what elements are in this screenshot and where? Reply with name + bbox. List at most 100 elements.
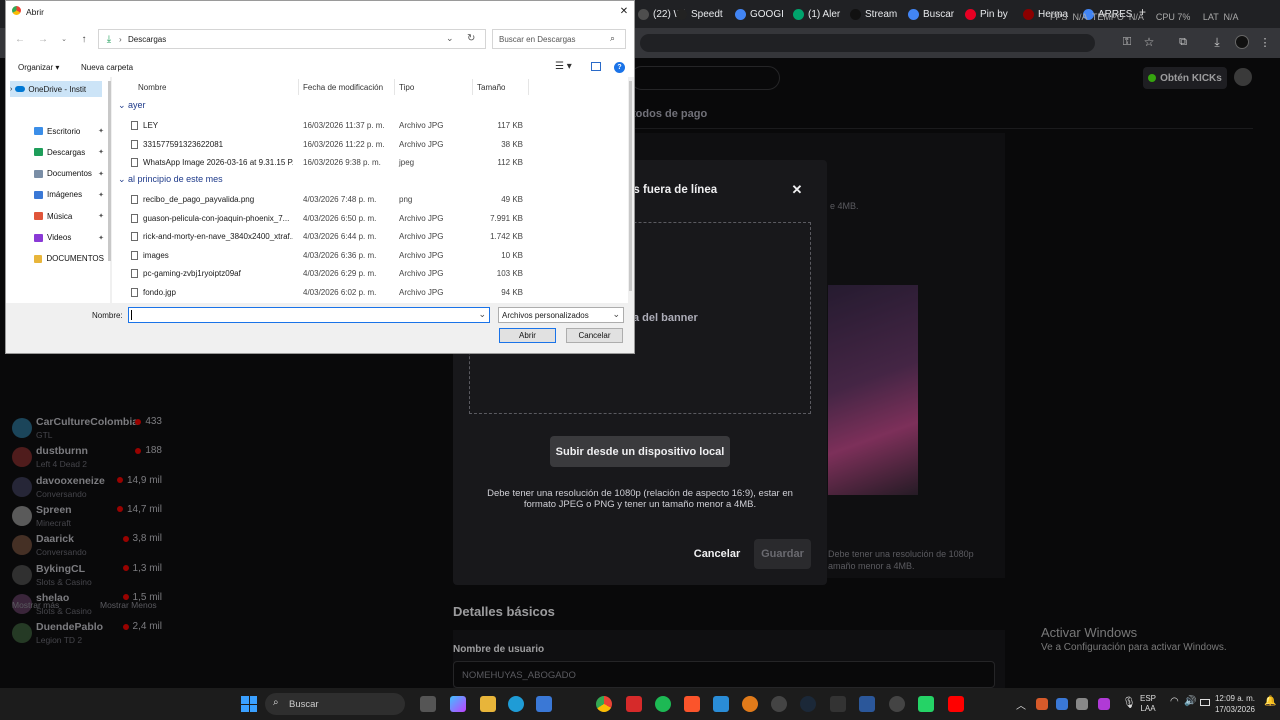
modal-close-icon[interactable]: ✕ <box>790 182 804 197</box>
address-bar[interactable] <box>640 34 1095 52</box>
file-row[interactable]: WhatsApp Image 2026-03-16 at 9.31.15 P..… <box>118 154 528 172</box>
breadcrumb-dropdown-icon[interactable]: ⌄ <box>446 33 454 44</box>
copilot-icon[interactable] <box>450 696 466 712</box>
file-row[interactable]: 331577591323622081 16/03/2026 11:22 p. m.… <box>118 136 528 154</box>
file-row[interactable]: fondo.jgp 4/03/2026 6:02 p. m. Archivo JPG… <box>118 284 528 302</box>
address-breadcrumb[interactable]: ⤓ › Descargas ⌄ ↻ <box>98 29 486 49</box>
chatgpt-icon[interactable] <box>771 696 787 712</box>
help-icon[interactable]: ? <box>614 62 625 73</box>
file-type-filter[interactable]: Archivos personalizados ⌄ <box>498 307 624 323</box>
file-list-scrollbar[interactable] <box>629 81 632 291</box>
whatsapp-icon[interactable] <box>918 696 934 712</box>
nav-item[interactable]: Escritorio ✦ <box>12 122 104 140</box>
volume-icon[interactable]: 🔊 <box>1184 696 1196 707</box>
dialog-close-icon[interactable]: ✕ <box>618 5 630 17</box>
new-folder-button[interactable]: Nueva carpeta <box>81 63 133 72</box>
cancel-button[interactable]: Cancelar <box>566 328 623 343</box>
epic-games-icon[interactable] <box>830 696 846 712</box>
column-name[interactable]: Nombre <box>138 83 166 92</box>
modal-save-button[interactable]: Guardar <box>754 539 811 569</box>
dialog-search-placeholder: Buscar en Descargas <box>499 35 576 44</box>
tray-app-icon[interactable] <box>1076 698 1088 710</box>
language-indicator[interactable]: ESP LAA <box>1140 694 1156 714</box>
filename-input[interactable]: ⌄ <box>128 307 490 323</box>
taskbar-search[interactable]: ⌕ Buscar <box>265 693 405 715</box>
pin-icon: ✦ <box>98 213 104 221</box>
start-tile <box>241 696 249 704</box>
steam-icon[interactable] <box>800 696 816 712</box>
brave-icon[interactable] <box>684 696 700 712</box>
nav-item[interactable]: Videos ✦ <box>12 229 104 247</box>
chrome-menu-icon[interactable]: ⋮ <box>1260 35 1271 49</box>
file-row[interactable]: guason-pelicula-con-joaquin-phoenix_7...… <box>118 210 528 228</box>
spotify-icon[interactable] <box>655 696 671 712</box>
browser-tab[interactable]: Stream <box>850 4 902 24</box>
file-row[interactable]: LEY 16/03/2026 11:37 p. m. Archivo JPG 117 … <box>118 117 528 135</box>
organize-button[interactable]: Organizar ▾ <box>18 63 59 72</box>
key-icon[interactable]: ⚿ <box>1120 35 1134 49</box>
nav-item[interactable]: Imágenes ✦ <box>12 186 104 204</box>
download-icon[interactable]: ⤓ <box>1210 35 1224 49</box>
breadcrumb-current: Descargas <box>128 35 167 44</box>
dialog-search-box[interactable]: Buscar en Descargas ⌕ <box>492 29 626 49</box>
word-icon[interactable] <box>859 696 875 712</box>
tray-app-icon[interactable] <box>1098 698 1110 710</box>
extensions-icon[interactable]: ⧉ <box>1176 35 1190 49</box>
open-button[interactable]: Abrir <box>499 328 556 343</box>
nav-item[interactable]: Música ✦ <box>12 207 104 225</box>
onedrive-item[interactable]: › OneDrive - Instit <box>10 81 102 97</box>
file-explorer-icon[interactable] <box>480 696 496 712</box>
app-icon[interactable] <box>713 696 729 712</box>
browser-tab[interactable]: (1) Aler <box>793 4 845 24</box>
up-arrow-icon[interactable]: ↑ <box>78 33 90 45</box>
browser-tab[interactable]: Buscar <box>908 4 960 24</box>
filename-dropdown-icon[interactable]: ⌄ <box>478 309 486 320</box>
task-view-icon[interactable] <box>420 696 436 712</box>
recent-locations-icon[interactable]: ⌄ <box>59 33 69 45</box>
preview-pane-icon[interactable] <box>591 62 601 71</box>
edge-icon[interactable] <box>508 696 524 712</box>
store-icon[interactable] <box>536 696 552 712</box>
tray-app-icon[interactable] <box>1036 698 1048 710</box>
modal-cancel-button[interactable]: Cancelar <box>687 539 747 569</box>
dialog-titlebar[interactable]: Abrir ✕ <box>6 1 634 23</box>
profile-avatar[interactable] <box>1235 35 1249 49</box>
microphone-icon[interactable]: 🎙 <box>1122 696 1136 709</box>
group-header-month[interactable]: ⌄ al principio de este mes <box>118 174 223 185</box>
clock[interactable]: 12:09 a. m. 17/03/2026 <box>1210 693 1260 715</box>
upload-local-button[interactable]: Subir desde un dispositivo local <box>550 436 730 467</box>
group-header-yesterday[interactable]: ⌄ ayer <box>118 100 146 111</box>
nav-item[interactable]: DOCUMENTOS <box>12 250 104 268</box>
refresh-icon[interactable]: ↻ <box>467 33 475 44</box>
forward-arrow-icon[interactable]: → <box>37 33 49 45</box>
file-row[interactable]: pc-gaming-zvbj1ryoiptz09af 4/03/2026 6:29… <box>118 265 528 283</box>
wps-icon[interactable] <box>626 696 642 712</box>
browser-tab[interactable]: Speedt <box>676 4 728 24</box>
back-arrow-icon[interactable]: ← <box>14 33 26 45</box>
notification-bell-icon[interactable]: 🔔 <box>1264 696 1276 707</box>
nav-item[interactable]: Descargas ✦ <box>12 143 104 161</box>
wifi-icon[interactable]: ◠ <box>1170 696 1179 707</box>
column-type[interactable]: Tipo <box>399 83 414 92</box>
nav-pane-scrollbar[interactable] <box>108 81 111 261</box>
browser-tab[interactable]: Pin by <box>965 4 1017 24</box>
column-size[interactable]: Tamaño <box>477 83 505 92</box>
modal-save-label: Guardar <box>761 548 804 560</box>
nav-item[interactable]: Documentos ✦ <box>12 165 104 183</box>
chrome-icon[interactable] <box>596 696 612 712</box>
browser-tab[interactable]: GOOGI <box>735 4 787 24</box>
media-player-icon[interactable] <box>742 696 758 712</box>
view-options-icon[interactable]: ☰ ▾ <box>555 61 572 72</box>
file-row[interactable]: recibo_de_pago_payvalida.png 4/03/2026 7:… <box>118 191 528 209</box>
youtube-icon[interactable] <box>948 696 964 712</box>
app-icon[interactable] <box>889 696 905 712</box>
group-month-label: al principio de este mes <box>128 174 223 184</box>
tray-chevron-icon[interactable]: ︿ <box>1016 697 1026 712</box>
battery-icon[interactable] <box>1200 699 1210 706</box>
column-date[interactable]: Fecha de modificación <box>303 83 383 92</box>
file-row[interactable]: rick-and-morty-en-nave_3840x2400_xtraf..… <box>118 228 528 246</box>
file-row[interactable]: images 4/03/2026 6:36 p. m. Archivo JPG 10 … <box>118 247 528 265</box>
tray-app-icon[interactable] <box>1056 698 1068 710</box>
bookmark-star-icon[interactable]: ☆ <box>1142 35 1156 49</box>
start-button[interactable] <box>241 696 257 712</box>
